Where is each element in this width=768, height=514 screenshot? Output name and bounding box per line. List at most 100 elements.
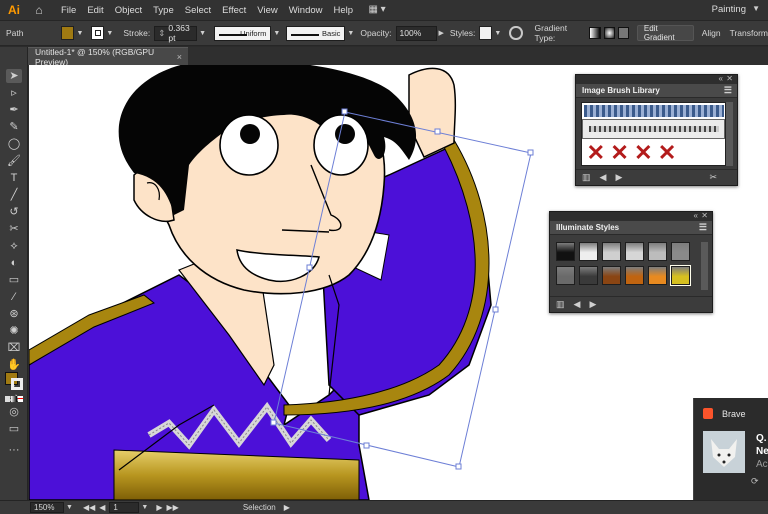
chevron-down-icon[interactable]: ▼ — [106, 30, 113, 37]
style-swatch[interactable] — [648, 242, 667, 261]
menu-view[interactable]: View — [257, 5, 277, 16]
previous-icon[interactable]: ◀ — [600, 172, 607, 183]
stroke-color-indicator[interactable] — [11, 378, 23, 390]
close-icon[interactable]: × — [177, 52, 182, 62]
pen-tool[interactable]: ✒ — [6, 103, 22, 117]
draw-mode-icon[interactable]: ◎ — [6, 405, 22, 419]
selection-tool[interactable]: ➤ — [6, 69, 22, 83]
radial-gradient-icon[interactable] — [603, 27, 615, 39]
tools-icon[interactable]: ✂ — [709, 172, 717, 183]
chevron-down-icon[interactable]: ▶ — [439, 29, 444, 37]
edit-gradient-button[interactable]: Edit Gradient — [636, 24, 694, 42]
scrollbar[interactable] — [701, 242, 708, 290]
brush-definition[interactable]: Basic — [286, 25, 346, 41]
style-swatch[interactable] — [579, 266, 598, 285]
shape-builder-tool[interactable]: ◐ — [6, 256, 22, 270]
collapse-icon[interactable]: « — [694, 211, 698, 220]
chevron-down-icon[interactable]: ▼ — [76, 30, 83, 37]
gradient-tool[interactable]: ▭ — [6, 273, 22, 287]
panel-title[interactable]: Image Brush Library ☰ — [576, 84, 737, 98]
rotate-tool[interactable]: ↺ — [6, 205, 22, 219]
style-swatch[interactable] — [579, 242, 598, 261]
hand-tool[interactable]: ✋ — [6, 358, 22, 372]
library-menu-icon[interactable]: ▥ — [556, 299, 565, 310]
style-swatch[interactable] — [625, 266, 644, 285]
transform-button[interactable]: Transform — [730, 28, 768, 38]
graphic-style-swatch[interactable] — [479, 26, 493, 40]
last-artboard-icon[interactable]: ▶▶ — [167, 503, 179, 512]
curvature-tool[interactable]: ✎ — [6, 120, 22, 134]
type-tool[interactable]: T — [6, 171, 22, 185]
fill-swatch[interactable] — [61, 26, 75, 40]
freeform-gradient-icon[interactable] — [617, 27, 629, 39]
menu-window[interactable]: Window — [289, 5, 323, 16]
menu-file[interactable]: File — [61, 5, 76, 16]
width-tool[interactable]: ⟡ — [6, 239, 22, 253]
chevron-down-icon[interactable]: ▼ — [66, 504, 73, 511]
prev-artboard-icon[interactable]: ◀ — [99, 503, 105, 512]
symbol-sprayer-tool[interactable]: ✺ — [6, 324, 22, 338]
blend-tool[interactable]: ⊛ — [6, 307, 22, 321]
color-mode-icons[interactable] — [5, 396, 23, 402]
library-menu-icon[interactable]: ▥ — [582, 172, 591, 183]
align-button[interactable]: Align — [702, 28, 721, 38]
style-swatch[interactable] — [556, 242, 575, 261]
style-swatch[interactable] — [625, 242, 644, 261]
style-swatch[interactable] — [648, 266, 667, 285]
brush-item[interactable] — [584, 105, 724, 117]
linear-gradient-icon[interactable] — [589, 27, 601, 39]
screen-mode-icon[interactable]: ▭ — [6, 422, 22, 436]
menu-type[interactable]: Type — [153, 5, 174, 16]
chevron-down-icon[interactable]: ▼ — [141, 504, 148, 511]
artboard-field[interactable]: 1 — [109, 502, 140, 513]
next-icon[interactable]: ▶ — [615, 172, 622, 183]
style-swatch[interactable] — [556, 266, 575, 285]
style-swatch[interactable] — [602, 266, 621, 285]
ellipse-tool[interactable]: ◯ — [6, 137, 22, 151]
eyedropper-tool[interactable]: ⁄ — [6, 290, 22, 304]
panel-title[interactable]: Illuminate Styles ☰ — [550, 221, 712, 235]
recolor-artwork-icon[interactable] — [509, 26, 523, 40]
workspace-switcher[interactable]: Painting — [712, 4, 746, 15]
next-artboard-icon[interactable]: ▶ — [156, 503, 162, 512]
opacity-field[interactable]: 100% — [395, 25, 437, 41]
direct-selection-tool[interactable]: ▹ — [6, 86, 22, 100]
menu-effect[interactable]: Effect — [222, 5, 246, 16]
document-tab[interactable]: Untitled-1* @ 150% (RGB/GPU Preview) × — [28, 47, 188, 67]
style-swatch[interactable] — [670, 265, 691, 286]
chevron-down-icon[interactable]: ▼ — [199, 30, 206, 37]
stroke-weight-field[interactable]: ⇕ 0.363 pt — [154, 23, 198, 43]
more-tools-icon[interactable]: ··· — [6, 443, 22, 457]
panel-menu-icon[interactable]: ☰ — [699, 222, 707, 233]
next-icon[interactable]: ▶ — [589, 299, 596, 310]
brush-item-selected[interactable] — [582, 119, 725, 139]
home-icon[interactable]: ⌂ — [31, 3, 47, 17]
chevron-down-icon[interactable]: ▼ — [752, 4, 760, 13]
menu-select[interactable]: Select — [185, 5, 211, 16]
close-icon[interactable]: ✕ — [701, 211, 708, 220]
menu-help[interactable]: Help — [334, 5, 354, 16]
status-menu-icon[interactable]: ▶ — [284, 503, 290, 512]
chevron-down-icon[interactable]: ▼ — [273, 30, 280, 37]
chevron-down-icon[interactable]: ▼ — [347, 30, 354, 37]
previous-icon[interactable]: ◀ — [574, 299, 581, 310]
stepper-icon[interactable]: ⇕ — [158, 28, 165, 39]
collapse-icon[interactable]: « — [719, 74, 723, 83]
first-artboard-icon[interactable]: ◀◀ — [83, 503, 95, 512]
panel-menu-icon[interactable]: ☰ — [724, 85, 732, 96]
stroke-swatch[interactable] — [91, 26, 105, 40]
style-swatch[interactable] — [671, 242, 690, 261]
close-icon[interactable]: ✕ — [726, 74, 733, 83]
brush-item[interactable]: ✕ ✕ ✕ ✕ — [584, 142, 679, 164]
menu-edit[interactable]: Edit — [87, 5, 103, 16]
variable-width-profile[interactable]: Uniform — [214, 25, 272, 41]
line-tool[interactable]: ╱ — [6, 188, 22, 202]
scissors-tool[interactable]: ✂ — [6, 222, 22, 236]
style-swatch[interactable] — [602, 242, 621, 261]
slice-tool[interactable]: ⌧ — [6, 341, 22, 355]
arrange-documents-icon[interactable]: ▦ ▾ — [366, 4, 388, 16]
scrollbar[interactable] — [726, 102, 733, 166]
menu-object[interactable]: Object — [115, 5, 142, 16]
paintbrush-tool[interactable]: 🖌 — [6, 154, 22, 168]
zoom-field[interactable]: 150% — [30, 502, 64, 513]
